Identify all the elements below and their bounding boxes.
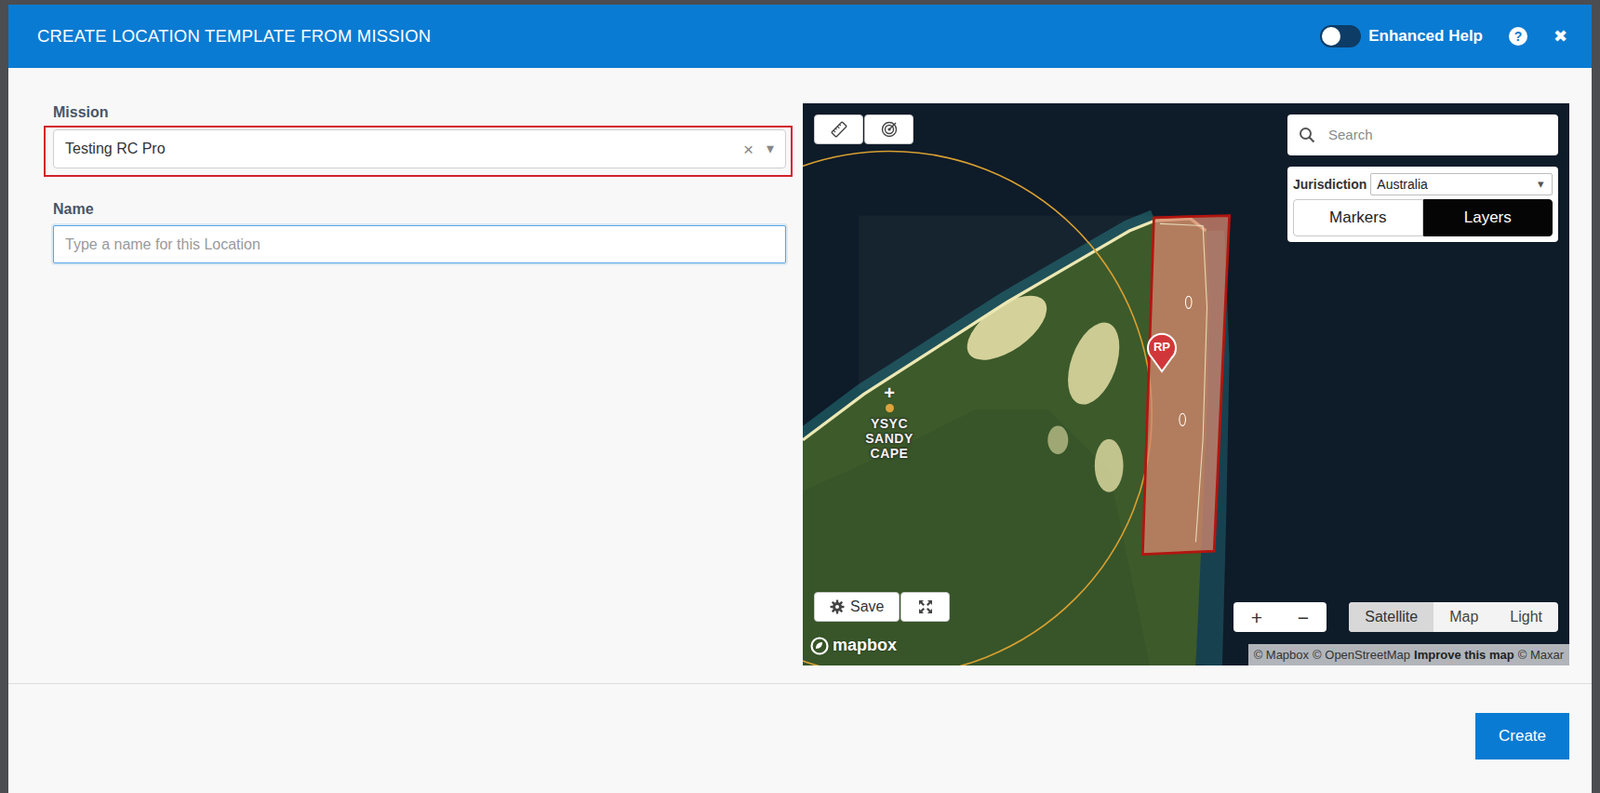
- view-toggle-button[interactable]: Markers: [1293, 199, 1424, 237]
- mission-label: Mission: [53, 103, 787, 122]
- mapbox-wordmark: mapbox: [832, 632, 897, 658]
- gear-icon: [829, 599, 845, 614]
- airport-symbol: +: [854, 384, 924, 401]
- name-input[interactable]: [53, 225, 787, 264]
- save-label[interactable]: Save: [850, 595, 884, 618]
- clear-icon[interactable]: ×: [743, 140, 754, 159]
- mission-select[interactable]: Testing RC Pro × ▾: [53, 129, 787, 169]
- close-icon[interactable]: ✖: [1553, 27, 1568, 45]
- caret-icon[interactable]: ▾: [766, 141, 774, 157]
- attribution: © Mapbox© OpenStreetMapImprove this map©…: [1248, 643, 1570, 667]
- search-icon: [1298, 126, 1316, 144]
- jurisdiction-label: Jurisdiction: [1293, 174, 1367, 195]
- map-pin[interactable]: RP: [1145, 332, 1179, 374]
- map-style-button[interactable]: Light: [1493, 601, 1559, 632]
- map[interactable]: + YSYC SANDY CAPE RP Jurisdiction Austra…: [802, 103, 1570, 666]
- help-icon[interactable]: ?: [1508, 26, 1528, 46]
- create-button[interactable]: Create: [1475, 712, 1570, 760]
- view-toggle: MarkersLayers: [1293, 199, 1553, 237]
- search-input[interactable]: [1326, 123, 1547, 147]
- mapbox-logo: mapbox: [810, 632, 897, 658]
- target-icon[interactable]: [864, 114, 914, 145]
- jurisdiction-value[interactable]: Australia: [1376, 174, 1538, 195]
- view-toggle-button[interactable]: Layers: [1423, 199, 1554, 237]
- dialog-footer: Create: [8, 682, 1592, 793]
- mapbox-icon: [810, 636, 829, 655]
- ruler-icon[interactable]: [813, 114, 864, 145]
- airport-dot: [885, 403, 894, 413]
- zoom-controls: +−: [1233, 601, 1327, 632]
- jurisdiction-panel: Jurisdiction Australia ▾ MarkersLayers: [1287, 166, 1559, 242]
- save-button[interactable]: Save: [813, 591, 900, 622]
- map-search[interactable]: [1287, 114, 1559, 156]
- mission-value[interactable]: Testing RC Pro: [65, 137, 736, 160]
- zoom-in-button[interactable]: +: [1233, 601, 1280, 632]
- dialog: CREATE LOCATION TEMPLATE FROM MISSION En…: [8, 4, 1592, 793]
- toggle-knob: [1321, 26, 1341, 46]
- zoom-out-button[interactable]: −: [1280, 601, 1327, 632]
- fullscreen-icon[interactable]: [900, 591, 950, 622]
- dialog-header: CREATE LOCATION TEMPLATE FROM MISSION En…: [8, 4, 1592, 68]
- map-style-button[interactable]: Map: [1433, 601, 1494, 632]
- jurisdiction-select[interactable]: Australia ▾: [1370, 173, 1553, 196]
- save-bar: Save: [813, 591, 950, 622]
- form: Mission Testing RC Pro × ▾ Name: [53, 103, 787, 683]
- enhanced-help[interactable]: Enhanced Help: [1320, 24, 1483, 49]
- attribution-text: © Mapbox: [1253, 645, 1309, 665]
- map-style-button[interactable]: Satellite: [1348, 601, 1434, 632]
- pin-label[interactable]: RP: [1145, 339, 1179, 355]
- attribution-text: © Maxar: [1518, 645, 1564, 665]
- mission-highlight: Testing RC Pro × ▾: [43, 125, 793, 177]
- enhanced-help-label[interactable]: Enhanced Help: [1368, 24, 1483, 49]
- map-tools: [813, 114, 914, 145]
- airport-marker: + YSYC SANDY CAPE: [854, 384, 924, 461]
- attribution-text: © OpenStreetMap: [1312, 645, 1411, 665]
- enhanced-help-toggle[interactable]: [1320, 25, 1361, 48]
- name-label: Name: [53, 200, 787, 219]
- dialog-body: Mission Testing RC Pro × ▾ Name: [8, 67, 1592, 683]
- dialog-title: CREATE LOCATION TEMPLATE FROM MISSION: [37, 23, 1320, 50]
- map-style-switcher: SatelliteMapLight: [1348, 601, 1559, 632]
- airport-label: YSYC SANDY CAPE: [854, 415, 924, 461]
- improve-map-link[interactable]: Improve this map: [1413, 645, 1515, 665]
- caret-icon[interactable]: ▾: [1537, 174, 1545, 194]
